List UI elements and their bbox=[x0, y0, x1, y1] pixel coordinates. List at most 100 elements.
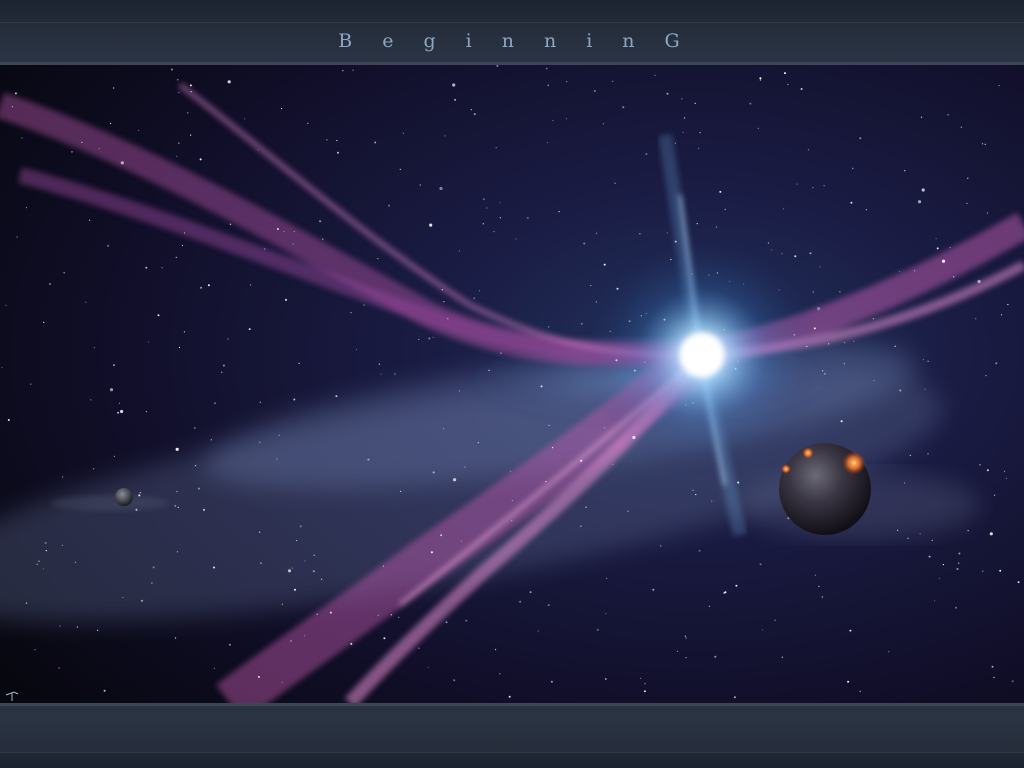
star-dot bbox=[493, 231, 495, 233]
star-dot bbox=[287, 569, 292, 573]
star-dot bbox=[639, 233, 641, 235]
star-dot bbox=[210, 439, 212, 441]
star-dot bbox=[694, 102, 696, 104]
star-dot bbox=[482, 198, 485, 201]
star-dot bbox=[440, 534, 443, 537]
star-dot bbox=[708, 605, 711, 607]
star-dot bbox=[800, 88, 803, 90]
star-dot bbox=[139, 492, 141, 494]
planet-fire-spot bbox=[781, 464, 791, 474]
star-dot bbox=[170, 68, 173, 71]
star-dot bbox=[839, 291, 841, 293]
star-dot bbox=[660, 545, 662, 547]
star-dot bbox=[899, 270, 901, 272]
star-dot bbox=[949, 246, 951, 249]
star-dot bbox=[991, 665, 994, 668]
star-dot bbox=[499, 673, 501, 675]
star-dot bbox=[388, 204, 390, 207]
star-dot bbox=[583, 242, 586, 245]
star-dot bbox=[281, 681, 283, 683]
star-dot bbox=[683, 117, 686, 119]
star-dot bbox=[199, 158, 202, 161]
star-dot bbox=[757, 127, 759, 129]
star-dot bbox=[1017, 581, 1020, 584]
star-dot bbox=[984, 143, 986, 145]
star-dot bbox=[109, 388, 114, 392]
star-dot bbox=[141, 599, 143, 602]
star-dot bbox=[93, 347, 95, 349]
star-dot bbox=[782, 208, 785, 210]
star-dot bbox=[138, 129, 140, 131]
star-dot bbox=[367, 458, 370, 461]
star-dot bbox=[335, 395, 338, 398]
star-dot bbox=[299, 525, 302, 528]
star-dot bbox=[342, 70, 344, 72]
star-dot bbox=[627, 510, 629, 512]
star-dot bbox=[698, 549, 701, 552]
star-dot bbox=[975, 318, 977, 320]
star-dot bbox=[478, 290, 480, 292]
star-dot bbox=[737, 481, 740, 484]
star-dot bbox=[428, 337, 431, 340]
star-dot bbox=[16, 236, 18, 238]
space-scene-svg bbox=[0, 65, 1024, 703]
star-dot bbox=[603, 263, 606, 266]
star-dot bbox=[928, 555, 931, 558]
star-dot bbox=[597, 629, 599, 631]
star-dot bbox=[61, 544, 64, 546]
star-dot bbox=[307, 122, 309, 124]
star-dot bbox=[464, 466, 466, 468]
star-dot bbox=[58, 667, 60, 669]
star-dot bbox=[724, 208, 726, 210]
star-dot bbox=[118, 402, 120, 404]
star-dot bbox=[796, 183, 798, 185]
star-dot bbox=[566, 81, 568, 83]
star-dot bbox=[873, 379, 875, 382]
star-dot bbox=[545, 480, 547, 483]
star-dot bbox=[470, 109, 472, 111]
star-dot bbox=[336, 139, 338, 142]
star-dot bbox=[383, 637, 386, 640]
star-dot bbox=[214, 402, 216, 405]
star-dot bbox=[590, 284, 592, 287]
star-dot bbox=[248, 328, 251, 331]
star-dot bbox=[152, 566, 155, 569]
star-dot bbox=[511, 499, 513, 502]
star-dot bbox=[927, 453, 929, 455]
planet-fire-spot bbox=[842, 451, 866, 475]
star-dot bbox=[30, 383, 32, 385]
star-dot bbox=[749, 102, 752, 105]
star-dot bbox=[759, 563, 762, 566]
star-dot bbox=[508, 695, 511, 698]
star-dot bbox=[281, 107, 283, 110]
star-dot bbox=[122, 596, 124, 599]
star-dot bbox=[936, 247, 939, 250]
star-dot bbox=[257, 149, 259, 151]
star-dot bbox=[761, 629, 764, 631]
star-dot bbox=[956, 568, 959, 570]
star-dot bbox=[604, 427, 606, 429]
star-dot bbox=[329, 611, 332, 614]
star-dot bbox=[25, 207, 28, 209]
star-dot bbox=[151, 582, 153, 584]
star-dot bbox=[872, 318, 875, 320]
star-dot bbox=[427, 666, 429, 668]
star-dot bbox=[958, 552, 961, 555]
star-dot bbox=[352, 69, 354, 71]
star-dot bbox=[995, 362, 998, 365]
star-dot bbox=[454, 98, 457, 101]
star-dot bbox=[812, 291, 814, 293]
star-dot bbox=[445, 621, 448, 624]
star-dot bbox=[645, 153, 648, 155]
star-dot bbox=[260, 562, 262, 565]
star-dot bbox=[157, 314, 160, 317]
star-dot bbox=[999, 569, 1002, 572]
star-dot bbox=[814, 574, 816, 576]
star-dot bbox=[1007, 303, 1009, 306]
star-dot bbox=[174, 504, 177, 507]
star-dot bbox=[955, 606, 958, 609]
star-dot bbox=[304, 560, 306, 562]
star-dot bbox=[989, 532, 993, 536]
star-dot bbox=[859, 690, 861, 692]
star-dot bbox=[74, 561, 77, 563]
